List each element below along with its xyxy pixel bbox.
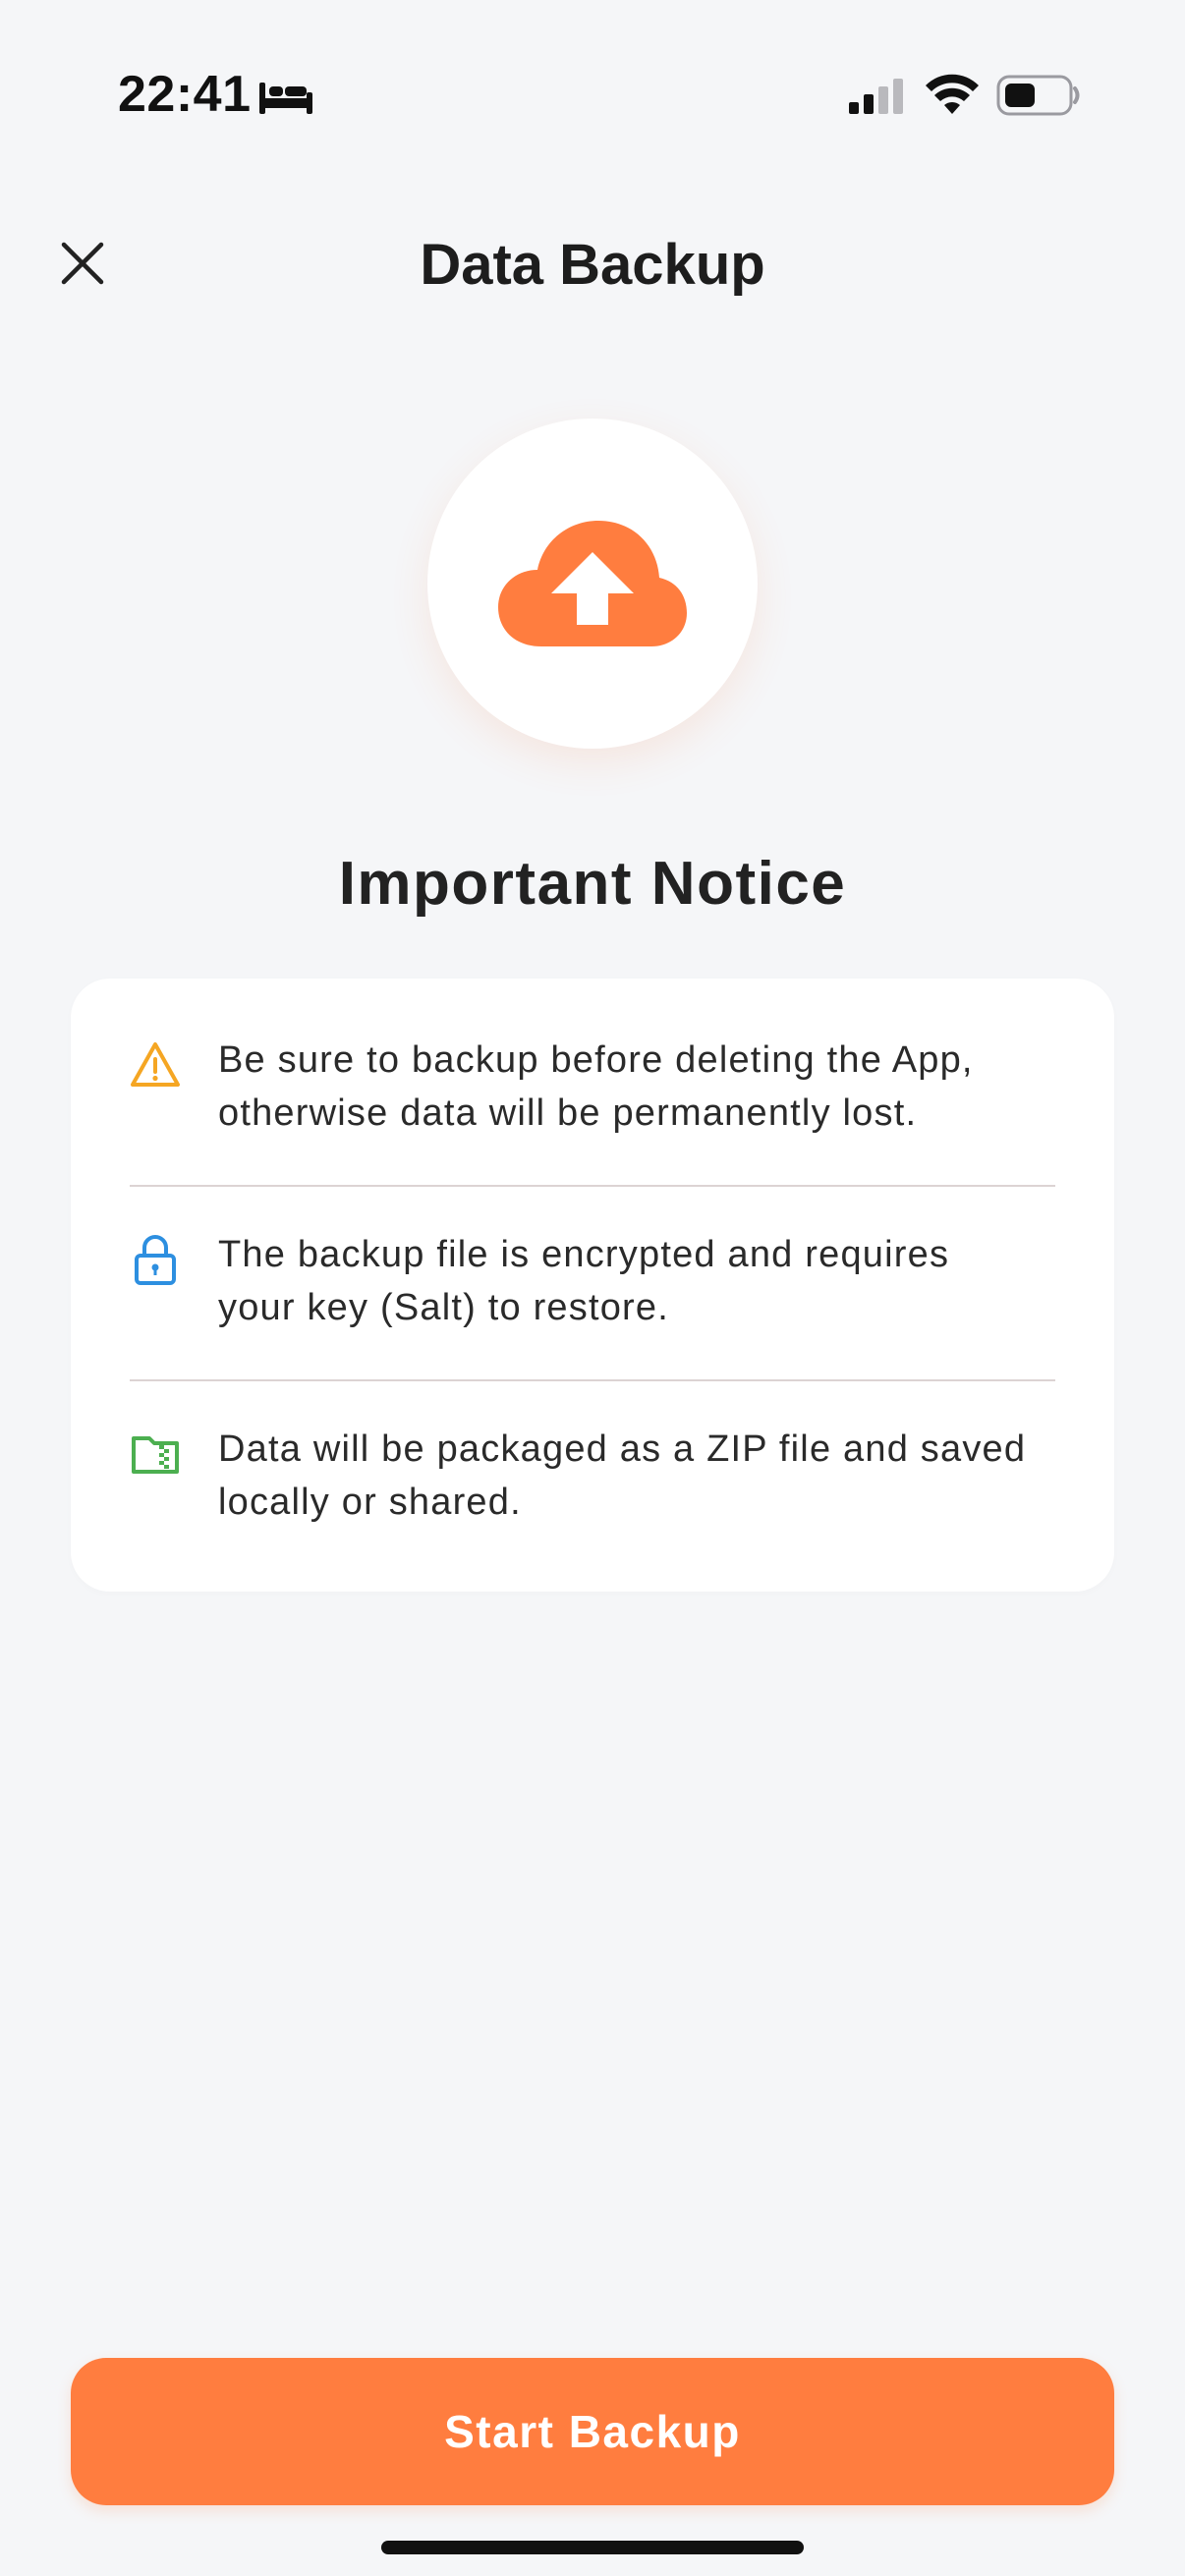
- start-backup-button[interactable]: Start Backup: [71, 2358, 1114, 2505]
- cloud-upload-icon: [498, 521, 687, 646]
- divider: [130, 1185, 1055, 1187]
- zip-folder-icon: [132, 1436, 179, 1474]
- notice-text: Be sure to backup before deleting the Ap…: [218, 1039, 974, 1134]
- divider: [130, 1379, 1055, 1381]
- bed-icon: [259, 83, 312, 114]
- lock-icon: [135, 1235, 176, 1285]
- notice-item-encryption: The backup file is encrypted and require…: [130, 1228, 1055, 1334]
- status-bar: 22:41: [0, 0, 1185, 177]
- warning-icon: [131, 1042, 180, 1087]
- notice-title: Important Notice: [338, 850, 847, 918]
- wifi-icon: [926, 74, 979, 114]
- notice-text: Data will be packaged as a ZIP file and …: [218, 1428, 1027, 1523]
- notice-text: The backup file is encrypted and require…: [218, 1234, 950, 1328]
- notice-item-zip-package: Data will be packaged as a ZIP file and …: [130, 1423, 1055, 1529]
- page-title: Data Backup: [420, 233, 765, 297]
- status-time: 22:41: [118, 66, 252, 123]
- hero-icon-circle: [427, 419, 758, 749]
- notice-card: Be sure to backup before deleting the Ap…: [71, 979, 1114, 1592]
- home-indicator[interactable]: [381, 2541, 804, 2554]
- battery-icon: [996, 75, 1080, 116]
- notice-item-backup-warning: Be sure to backup before deleting the Ap…: [130, 1034, 1055, 1140]
- cellular-signal-icon: [849, 79, 903, 114]
- start-backup-label: Start Backup: [444, 2406, 741, 2457]
- data-backup-screen: 22:41 Data Backup Important Notice Be su…: [0, 0, 1185, 2576]
